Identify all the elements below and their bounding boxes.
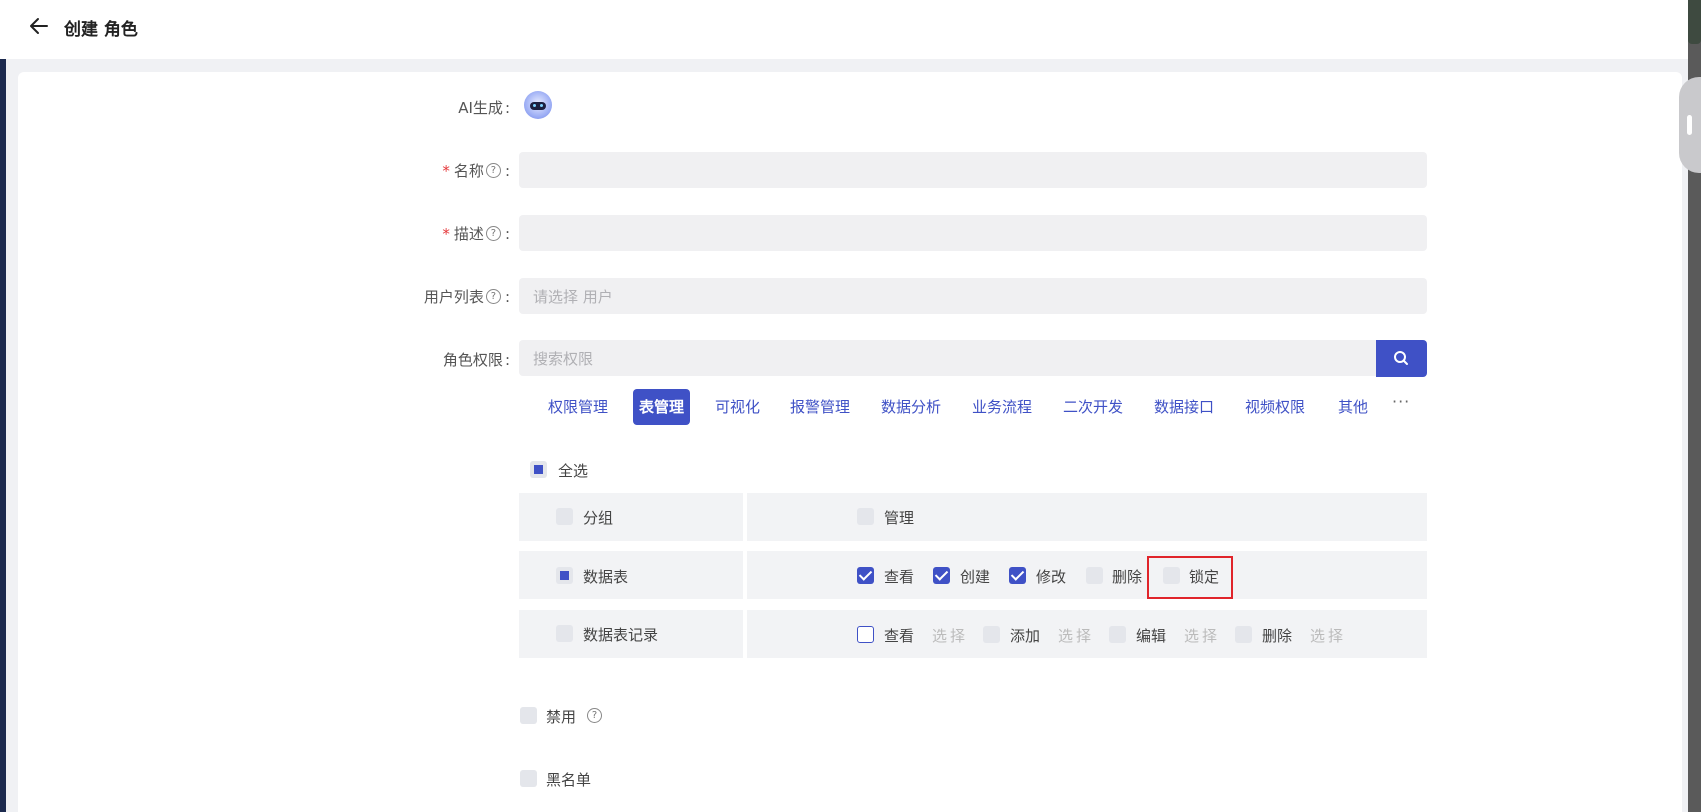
- record-add-select[interactable]: 选择: [1058, 625, 1094, 646]
- datatable-edit-checkbox[interactable]: [1009, 567, 1026, 584]
- tab-alarm-manage[interactable]: 报警管理: [790, 389, 850, 425]
- record-add-checkbox[interactable]: [983, 626, 1000, 643]
- colon: :: [504, 161, 510, 180]
- record-delete-select[interactable]: 选择: [1310, 625, 1346, 646]
- colon: :: [504, 98, 510, 117]
- group-checkbox[interactable]: [556, 508, 573, 525]
- tab-video-perm[interactable]: 视频权限: [1245, 389, 1305, 425]
- record-edit-label: 编辑: [1136, 627, 1167, 645]
- desc-label: * 描述 ? :: [442, 223, 510, 244]
- record-delete-checkbox[interactable]: [1235, 626, 1252, 643]
- tab-table-manage[interactable]: 表管理: [633, 389, 691, 425]
- ai-generate-text: AI生成: [458, 99, 503, 117]
- select-all-label: 全选: [558, 462, 589, 480]
- tab-data-analysis[interactable]: 数据分析: [881, 389, 941, 425]
- datatable-create-checkbox[interactable]: [933, 567, 950, 584]
- record-add-label: 添加: [1010, 627, 1041, 645]
- tab-workflow[interactable]: 业务流程: [972, 389, 1032, 425]
- name-input[interactable]: [519, 152, 1427, 188]
- robot-eye: [533, 104, 536, 107]
- disable-label: 禁用: [546, 708, 577, 726]
- table-cell: [519, 493, 743, 541]
- perm-label-text: 角色权限: [442, 351, 503, 369]
- robot-eye: [540, 104, 543, 107]
- scrollbar-handle[interactable]: [1679, 77, 1701, 173]
- name-label: * 名称 ? :: [442, 160, 510, 181]
- datatable-label: 数据表: [583, 568, 629, 586]
- required-mark: *: [442, 161, 450, 180]
- record-view-label: 查看: [884, 627, 915, 645]
- colon: :: [504, 350, 510, 369]
- arrow-left-icon[interactable]: [27, 14, 51, 38]
- datatable-delete-label: 删除: [1112, 568, 1143, 586]
- record-checkbox[interactable]: [556, 625, 573, 642]
- name-label-text: 名称: [453, 162, 484, 180]
- disable-checkbox[interactable]: [520, 707, 537, 724]
- table-cell: [747, 493, 1427, 541]
- datatable-view-checkbox[interactable]: [857, 567, 874, 584]
- desc-input[interactable]: [519, 215, 1427, 251]
- help-icon[interactable]: ?: [587, 708, 602, 723]
- table-row: [519, 493, 1427, 541]
- tab-data-api[interactable]: 数据接口: [1154, 389, 1214, 425]
- group-label: 分组: [583, 509, 614, 527]
- datatable-edit-label: 修改: [1036, 568, 1067, 586]
- desc-label-text: 描述: [453, 225, 484, 243]
- group-manage-label: 管理: [884, 509, 915, 527]
- ai-generate-label: AI生成:: [458, 97, 510, 118]
- datatable-view-label: 查看: [884, 568, 915, 586]
- robot-face: [530, 102, 546, 110]
- search-icon: [1394, 351, 1408, 365]
- record-label: 数据表记录: [583, 626, 659, 644]
- users-label: 用户列表 ? :: [424, 286, 510, 307]
- datatable-checkbox[interactable]: [556, 567, 573, 584]
- help-icon[interactable]: ?: [485, 163, 501, 178]
- table-cell: [519, 551, 743, 599]
- perm-search-input[interactable]: 搜索权限: [519, 340, 1379, 376]
- tabs-more-button[interactable]: ···: [1392, 392, 1410, 411]
- blacklist-checkbox[interactable]: [520, 770, 537, 787]
- record-edit-select[interactable]: 选择: [1184, 625, 1220, 646]
- scrollbar-grip: [1687, 115, 1692, 135]
- rail-knob: [1688, 0, 1701, 44]
- record-view-checkbox[interactable]: [857, 626, 874, 643]
- datatable-create-label: 创建: [960, 568, 991, 586]
- record-view-select[interactable]: 选择: [932, 625, 968, 646]
- help-icon[interactable]: ?: [485, 226, 501, 241]
- tab-other[interactable]: 其他: [1338, 389, 1368, 425]
- group-manage-checkbox[interactable]: [857, 508, 874, 525]
- tab-perm-manage[interactable]: 权限管理: [548, 389, 608, 425]
- colon: :: [504, 224, 510, 243]
- record-delete-label: 删除: [1262, 627, 1293, 645]
- top-bar: 创建 角色: [0, 0, 1688, 59]
- datatable-delete-checkbox[interactable]: [1086, 567, 1103, 584]
- users-label-text: 用户列表: [423, 288, 484, 306]
- permission-tabs: 权限管理 表管理 可视化 报警管理 数据分析 业务流程 二次开发 数据接口 视频…: [521, 381, 1374, 439]
- colon: :: [504, 287, 510, 306]
- users-select[interactable]: 请选择 用户: [519, 278, 1427, 314]
- blacklist-label: 黑名单: [546, 771, 592, 789]
- tab-visualization[interactable]: 可视化: [715, 389, 760, 425]
- required-mark: *: [442, 224, 450, 243]
- highlight-box: [1147, 556, 1233, 599]
- tab-dev[interactable]: 二次开发: [1063, 389, 1123, 425]
- window-left-edge: [0, 0, 6, 812]
- select-all-checkbox[interactable]: [530, 461, 547, 478]
- record-edit-checkbox[interactable]: [1109, 626, 1126, 643]
- page-title: 创建 角色: [64, 20, 138, 40]
- help-icon[interactable]: ?: [485, 289, 501, 304]
- search-button[interactable]: [1376, 340, 1427, 377]
- perm-label: 角色权限 :: [443, 349, 510, 370]
- robot-icon[interactable]: [524, 91, 552, 119]
